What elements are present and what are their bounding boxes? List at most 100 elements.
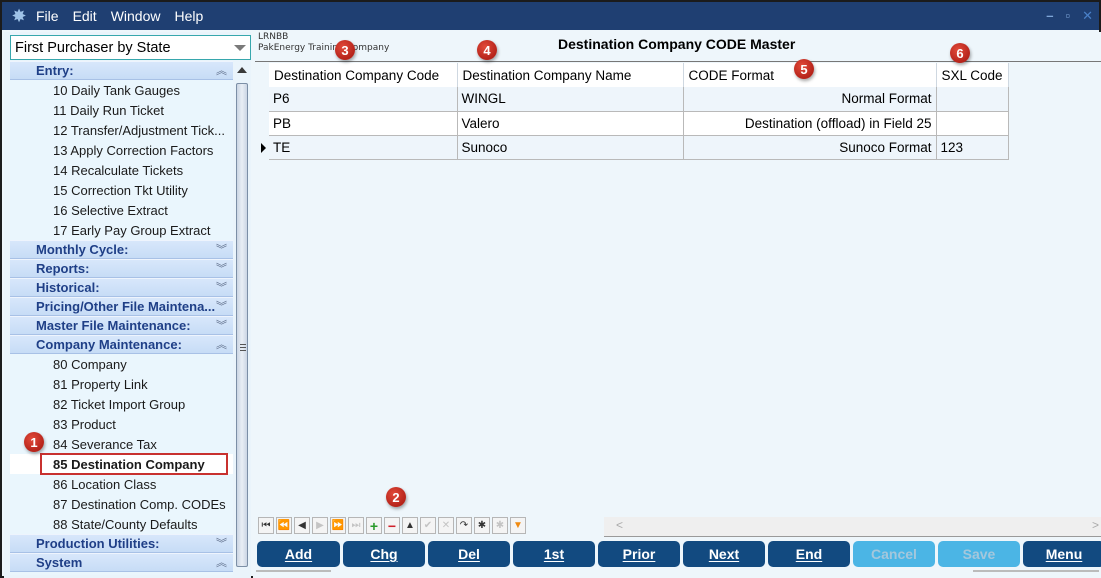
group-entry[interactable]: Entry: ︽: [10, 61, 233, 80]
report-combo[interactable]: First Purchaser by State: [10, 35, 251, 60]
record-navigator: ⏮ ⏪ ◀ ▶ ⏩ ⏭ + − ▲ ✔ ✕ ↷ ✱ ✱ ▼: [258, 517, 526, 537]
prior-record-icon[interactable]: ◀: [294, 517, 310, 534]
nav-item[interactable]: 88 State/County Defaults: [10, 514, 233, 534]
last-record-icon[interactable]: ⏭: [348, 517, 364, 534]
column-header-name[interactable]: Destination Company Name: [457, 63, 684, 87]
delete-button[interactable]: Del: [428, 541, 510, 567]
group-monthly-cycle[interactable]: Monthly Cycle: ︾: [10, 240, 233, 259]
table-row[interactable]: PB Valero Destination (offload) in Field…: [258, 111, 1009, 136]
group-master-file[interactable]: Master File Maintenance: ︾: [10, 316, 233, 335]
chevron-down-double-icon[interactable]: ︾: [216, 241, 227, 257]
group-historical[interactable]: Historical: ︾: [10, 278, 233, 297]
close-icon[interactable]: ✕: [1082, 8, 1093, 24]
menu-edit[interactable]: Edit: [73, 8, 97, 24]
cancel-x-icon[interactable]: ✕: [438, 517, 454, 534]
minimize-icon[interactable]: –: [1046, 8, 1053, 24]
chevron-down-double-icon[interactable]: ︾: [216, 535, 227, 551]
app-window: ✸ File Edit Window Help – ▫ ✕ First Purc…: [0, 0, 1101, 578]
app-star-icon: ✸: [11, 5, 27, 26]
sidebar-scrollbar[interactable]: [234, 61, 250, 575]
menu-help[interactable]: Help: [174, 8, 203, 24]
prior-page-icon[interactable]: ⏪: [276, 517, 292, 534]
nav-item[interactable]: 13 Apply Correction Factors: [10, 140, 233, 160]
annotation-badge-6: 6: [950, 43, 970, 63]
chevron-down-double-icon[interactable]: ︾: [216, 298, 227, 314]
apply-updates-icon[interactable]: ✱: [474, 517, 490, 534]
insert-plus-icon[interactable]: +: [366, 517, 382, 534]
table-row-current[interactable]: TE Sunoco Sunoco Format 123: [258, 135, 1009, 160]
group-reports[interactable]: Reports: ︾: [10, 259, 233, 278]
group-production-utilities[interactable]: Production Utilities: ︾: [10, 534, 233, 553]
scroll-left-icon[interactable]: <: [616, 518, 623, 532]
nav-item[interactable]: 10 Daily Tank Gauges: [10, 80, 233, 100]
menu-window[interactable]: Window: [111, 8, 161, 24]
chevron-down-double-icon[interactable]: ︾: [216, 279, 227, 295]
column-header-code[interactable]: Destination Company Code: [269, 63, 458, 87]
nav-item-destination-company[interactable]: 85 Destination Company: [10, 453, 233, 475]
horizontal-scrollbar[interactable]: < >: [604, 517, 1101, 537]
nav-item[interactable]: 15 Correction Tkt Utility: [10, 180, 233, 200]
chevron-up-double-icon[interactable]: ︽: [216, 62, 227, 78]
report-combo-value: First Purchaser by State: [15, 39, 171, 56]
nav-item[interactable]: 86 Location Class: [10, 474, 233, 494]
table-row[interactable]: P6 WINGL Normal Format: [258, 87, 1009, 112]
annotation-badge-3: 3: [335, 40, 355, 60]
menu-file[interactable]: File: [36, 8, 59, 24]
group-system[interactable]: System ︽: [10, 553, 233, 572]
scroll-right-icon[interactable]: >: [1092, 518, 1099, 532]
group-pricing[interactable]: Pricing/Other File Maintena... ︾: [10, 297, 233, 316]
cell-code[interactable]: PB: [269, 111, 458, 136]
nav-item[interactable]: 83 Product: [10, 414, 233, 434]
cell-name[interactable]: WINGL: [457, 87, 684, 112]
save-button[interactable]: Save: [938, 541, 1020, 567]
chevron-down-double-icon[interactable]: ︾: [216, 317, 227, 333]
add-button[interactable]: Add: [257, 541, 340, 567]
change-button[interactable]: Chg: [343, 541, 425, 567]
chevron-up-double-icon[interactable]: ︽: [216, 336, 227, 352]
nav-item[interactable]: 80 Company: [10, 354, 233, 374]
prior-button[interactable]: Prior: [598, 541, 680, 567]
first-button[interactable]: 1st: [513, 541, 595, 567]
nav-item[interactable]: 16 Selective Extract: [10, 200, 233, 220]
chevron-up-double-icon[interactable]: ︽: [216, 554, 227, 570]
scroll-up-icon[interactable]: [237, 67, 247, 73]
scroll-thumb[interactable]: [236, 83, 248, 567]
chevron-down-double-icon[interactable]: ︾: [216, 260, 227, 276]
nav-item[interactable]: 82 Ticket Import Group: [10, 394, 233, 414]
cell-format[interactable]: Sunoco Format: [683, 135, 937, 160]
group-company-maintenance[interactable]: Company Maintenance: ︽: [10, 335, 233, 354]
cancel-updates-icon[interactable]: ✱: [492, 517, 508, 534]
first-record-icon[interactable]: ⏮: [258, 517, 274, 534]
main-panel: LRNBB PakEnergy Training Company Destina…: [253, 32, 1101, 578]
nav-item[interactable]: 87 Destination Comp. CODEs: [10, 494, 233, 514]
nav-item[interactable]: 14 Recalculate Tickets: [10, 160, 233, 180]
next-page-icon[interactable]: ⏩: [330, 517, 346, 534]
chevron-down-icon[interactable]: [234, 45, 246, 51]
nav-item[interactable]: 81 Property Link: [10, 374, 233, 394]
post-check-icon[interactable]: ✔: [420, 517, 436, 534]
delete-minus-icon[interactable]: −: [384, 517, 400, 534]
column-header-sxl[interactable]: SXL Code: [936, 63, 1009, 87]
menu-button[interactable]: Menu: [1023, 541, 1101, 567]
nav-item[interactable]: 12 Transfer/Adjustment Tick...: [10, 120, 233, 140]
cell-name[interactable]: Valero: [457, 111, 684, 136]
cancel-button[interactable]: Cancel: [853, 541, 935, 567]
nav-item[interactable]: 17 Early Pay Group Extract: [10, 220, 233, 240]
cell-sxl[interactable]: [936, 87, 1009, 112]
cell-format[interactable]: Destination (offload) in Field 25: [683, 111, 937, 136]
cell-code[interactable]: P6: [269, 87, 458, 112]
restore-icon[interactable]: ▫: [1065, 8, 1070, 24]
cell-format[interactable]: Normal Format: [683, 87, 937, 112]
cell-sxl[interactable]: 123: [936, 135, 1009, 160]
cell-sxl[interactable]: [936, 111, 1009, 136]
edit-triangle-icon[interactable]: ▲: [402, 517, 418, 534]
next-button[interactable]: Next: [683, 541, 765, 567]
nav-item[interactable]: 11 Daily Run Ticket: [10, 100, 233, 120]
row-indicator: [258, 87, 269, 111]
filter-icon[interactable]: ▼: [510, 517, 526, 534]
cell-name[interactable]: Sunoco: [457, 135, 684, 160]
next-record-icon[interactable]: ▶: [312, 517, 328, 534]
cell-code[interactable]: TE: [269, 135, 458, 160]
end-button[interactable]: End: [768, 541, 850, 567]
refresh-icon[interactable]: ↷: [456, 517, 472, 534]
